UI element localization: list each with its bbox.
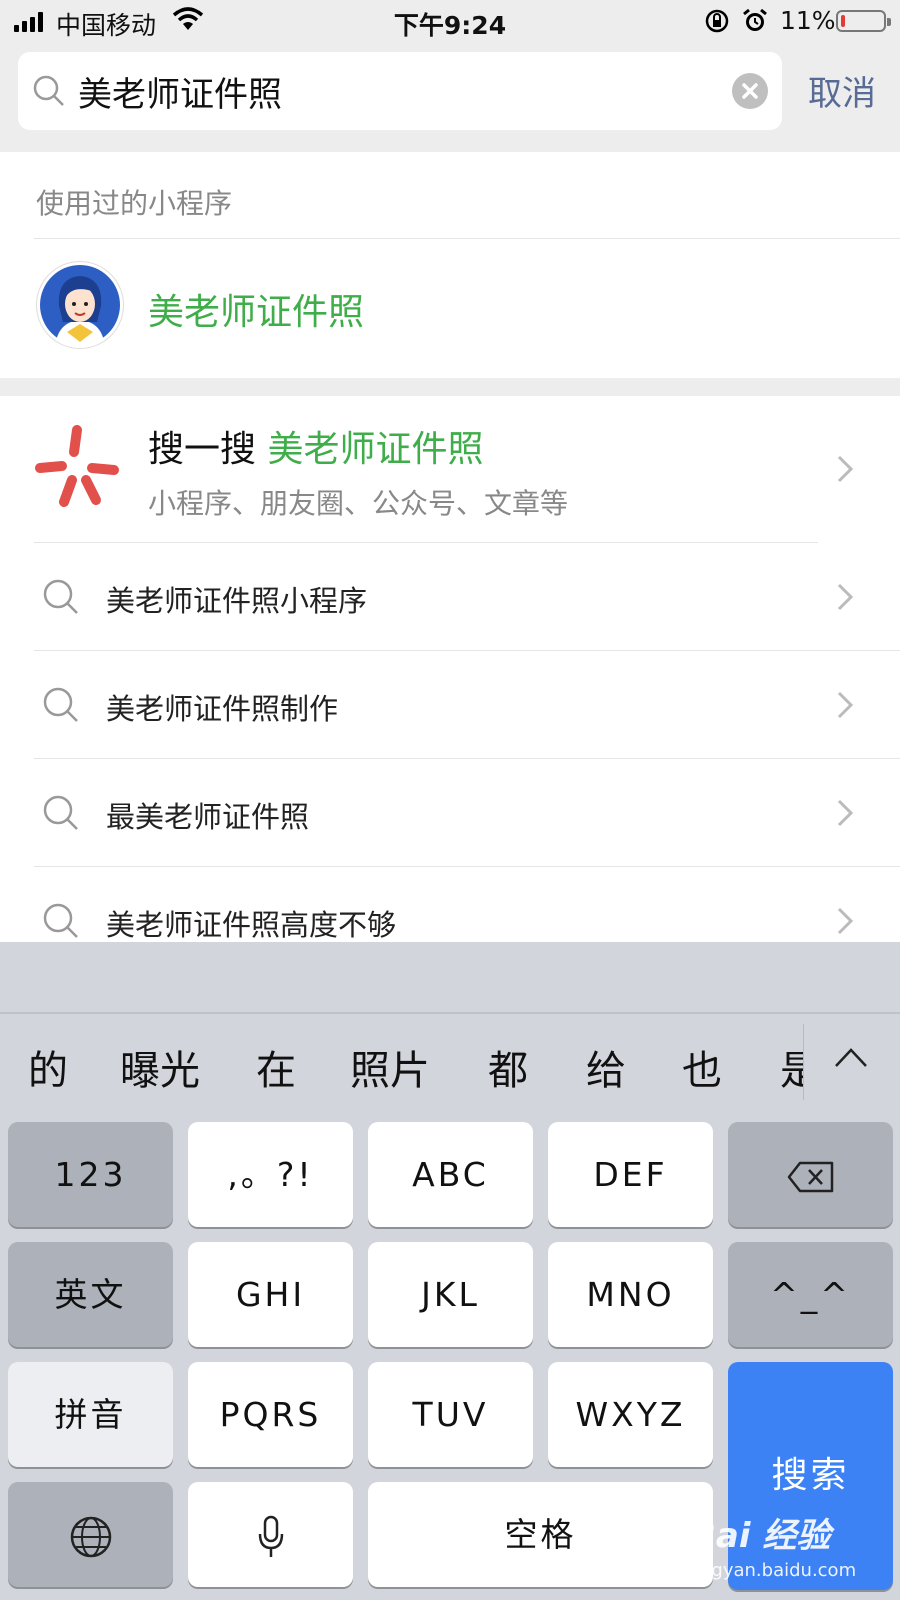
key-def[interactable]: DEF (548, 1122, 713, 1227)
key-microphone[interactable] (188, 1482, 353, 1587)
key-delete[interactable] (728, 1122, 893, 1227)
watermark-url: jingyan.baidu.com (690, 1560, 857, 1581)
suggestion-text: 美老师证件照小程序 (106, 584, 368, 618)
suggestion-item[interactable]: 美老师证件照制作 (0, 650, 900, 758)
key-wxyz[interactable]: WXYZ (548, 1362, 713, 1467)
key-globe[interactable] (8, 1482, 173, 1587)
candidate-word[interactable]: 也 (682, 1038, 722, 1096)
battery-percent: 11% (780, 6, 836, 35)
rotation-lock-icon (705, 9, 729, 33)
chevron-right-icon (837, 907, 854, 935)
chevron-right-icon (837, 583, 854, 611)
candidate-word[interactable]: 给 (586, 1038, 626, 1096)
candidate-separator (803, 1024, 804, 1100)
candidate-word[interactable]: 照片 (350, 1038, 430, 1096)
battery-icon (836, 10, 891, 32)
key-punctuation[interactable]: ,。?! (188, 1122, 353, 1227)
candidate-bar-divider (0, 1012, 900, 1014)
chevron-right-icon (837, 691, 854, 719)
sousou-logo-icon (35, 425, 119, 507)
baidu-jingyan-watermark: Bai 经验 jingyan.baidu.com (690, 1500, 890, 1590)
miniprogram-name: 美老师证件照 (148, 292, 365, 333)
suggestion-text: 美老师证件照高度不够 (106, 908, 397, 942)
teacher-avatar-icon (36, 261, 124, 349)
search-suggestions-section: 搜一搜 美老师证件照 小程序、朋友圈、公众号、文章等 美老师证件照小程序 美老师… (0, 396, 900, 942)
space-key[interactable]: 空格 (368, 1482, 713, 1587)
used-miniprograms-section: 使用过的小程序 美老师证件照 (0, 152, 900, 378)
search-icon (33, 75, 64, 106)
section-header: 使用过的小程序 (36, 187, 233, 220)
key-ghi[interactable]: GHI (188, 1242, 353, 1347)
suggestion-text: 最美老师证件照 (106, 800, 310, 834)
sousou-description: 小程序、朋友圈、公众号、文章等 (148, 487, 569, 520)
suggestion-text: 美老师证件照制作 (106, 692, 339, 726)
chevron-right-icon (837, 455, 854, 483)
search-bar[interactable] (18, 52, 782, 130)
key-emoticon[interactable]: ^_^ (728, 1242, 893, 1347)
key-tuv[interactable]: TUV (368, 1362, 533, 1467)
alarm-icon (743, 8, 767, 31)
key-pqrs[interactable]: PQRS (188, 1362, 353, 1467)
candidate-word[interactable]: 曝光 (120, 1038, 200, 1096)
clear-search-button[interactable] (732, 73, 768, 109)
sousou-prefix: 搜一搜 (148, 429, 257, 470)
search-icon (43, 579, 78, 614)
key-abc[interactable]: ABC (368, 1122, 533, 1227)
sousou-keyword: 美老师证件照 (267, 429, 484, 470)
key-pinyin[interactable]: 拼音 (8, 1362, 173, 1467)
search-icon (43, 795, 78, 830)
chevron-right-icon (837, 799, 854, 827)
key-123[interactable]: 123 (8, 1122, 173, 1227)
key-mno[interactable]: MNO (548, 1242, 713, 1347)
sousou-row[interactable]: 搜一搜 美老师证件照 小程序、朋友圈、公众号、文章等 (0, 396, 900, 542)
cancel-button[interactable]: 取消 (808, 66, 876, 115)
backspace-icon (787, 1161, 833, 1192)
suggestion-item[interactable]: 最美老师证件照 (0, 758, 900, 866)
sousou-title: 搜一搜 美老师证件照 (148, 420, 483, 472)
search-icon (43, 903, 78, 938)
candidate-word[interactable]: 是 (780, 1038, 803, 1096)
candidate-word[interactable]: 在 (256, 1038, 296, 1096)
key-english[interactable]: 英文 (8, 1242, 173, 1347)
suggestion-item[interactable]: 美老师证件照小程序 (0, 542, 900, 650)
key-jkl[interactable]: JKL (368, 1242, 533, 1347)
globe-icon (70, 1516, 111, 1557)
watermark-brand: Bai 经验 (690, 1516, 831, 1556)
candidate-word[interactable]: 的 (28, 1038, 68, 1096)
miniprogram-item[interactable]: 美老师证件照 (0, 239, 900, 378)
candidate-word[interactable]: 都 (488, 1038, 528, 1096)
chevron-up-icon[interactable] (832, 1042, 870, 1072)
status-bar: 中国移动 下午9:24 11% (0, 0, 900, 44)
search-icon (43, 687, 78, 722)
battery-level (841, 15, 845, 27)
search-input[interactable] (78, 52, 718, 130)
microphone-icon (258, 1515, 283, 1557)
close-icon (742, 83, 758, 99)
